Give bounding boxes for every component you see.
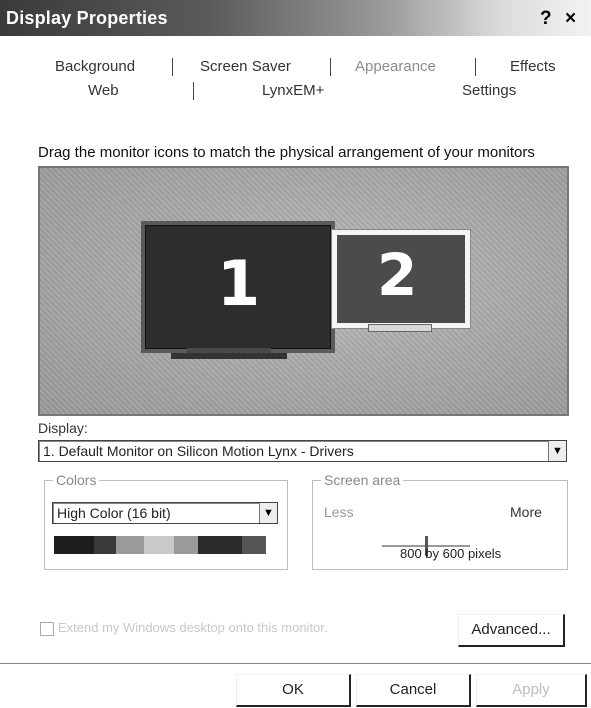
advanced-button[interactable]: Advanced... xyxy=(458,614,565,647)
monitor-2-number: 2 xyxy=(377,241,418,309)
colors-select[interactable]: High Color (16 bit) ▼ xyxy=(52,502,278,524)
tab-lynxem[interactable]: LynxEM+ xyxy=(262,82,324,99)
display-label: Display: xyxy=(38,420,88,436)
tab-screen-saver[interactable]: Screen Saver xyxy=(200,58,291,75)
tab-web[interactable]: Web xyxy=(88,82,119,99)
monitor-1-icon[interactable]: 1 xyxy=(141,221,335,353)
colors-caption: Colors xyxy=(53,472,100,488)
chevron-down-icon[interactable]: ▼ xyxy=(259,503,277,523)
color-palette-preview xyxy=(54,536,266,554)
chevron-down-icon[interactable]: ▼ xyxy=(548,441,566,461)
palette-swatch xyxy=(116,536,144,554)
monitor-2-stand xyxy=(368,324,432,332)
monitor-1-number: 1 xyxy=(217,247,261,320)
close-button[interactable]: × xyxy=(565,8,576,30)
title-bar[interactable]: Display Properties ? × xyxy=(0,0,591,36)
tab-strip: Background Screen Saver Appearance Effec… xyxy=(0,50,591,110)
arrangement-hint: Drag the monitor icons to match the phys… xyxy=(38,144,535,161)
display-select[interactable]: 1. Default Monitor on Silicon Motion Lyn… xyxy=(38,440,567,462)
more-label: More xyxy=(510,504,542,520)
palette-swatch xyxy=(242,536,266,554)
less-label: Less xyxy=(324,504,354,520)
display-select-value: 1. Default Monitor on Silicon Motion Lyn… xyxy=(43,443,354,459)
monitor-2-icon[interactable]: 2 xyxy=(332,230,470,328)
tab-settings[interactable]: Settings xyxy=(462,82,516,99)
extend-desktop-checkbox[interactable] xyxy=(40,622,54,636)
palette-swatch xyxy=(198,536,242,554)
monitor-arrangement-area[interactable]: 1 2 xyxy=(38,166,569,416)
tab-background[interactable]: Background xyxy=(55,58,135,75)
colors-select-value: High Color (16 bit) xyxy=(57,505,171,521)
tab-divider xyxy=(475,58,476,76)
dialog-separator xyxy=(0,663,591,664)
colors-group: Colors xyxy=(44,472,288,570)
resolution-readout: 800 by 600 pixels xyxy=(400,546,502,561)
palette-swatch xyxy=(174,536,198,554)
tab-divider xyxy=(172,58,173,76)
monitor-1-base xyxy=(171,353,287,359)
apply-button[interactable]: Apply xyxy=(476,674,587,707)
help-button[interactable]: ? xyxy=(540,8,552,30)
ok-button[interactable]: OK xyxy=(236,674,351,707)
tab-divider xyxy=(330,58,331,76)
tab-divider xyxy=(193,82,194,100)
palette-swatch xyxy=(54,536,94,554)
tab-effects[interactable]: Effects xyxy=(510,58,556,75)
palette-swatch xyxy=(144,536,174,554)
screen-area-caption: Screen area xyxy=(321,472,404,488)
tab-appearance[interactable]: Appearance xyxy=(355,58,436,75)
window-title: Display Properties xyxy=(6,8,168,28)
extend-desktop-label: Extend my Windows desktop onto this moni… xyxy=(58,620,328,635)
palette-swatch xyxy=(94,536,116,554)
cancel-button[interactable]: Cancel xyxy=(356,674,471,707)
